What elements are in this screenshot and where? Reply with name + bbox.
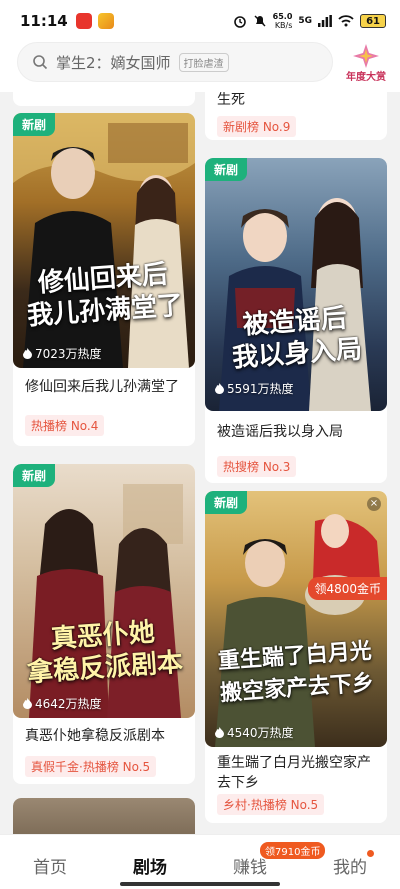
rank-tag[interactable]: 新剧榜 No.9: [217, 116, 297, 137]
drama-card-partial-left[interactable]: [13, 92, 195, 106]
bottom-tab-bar: 首页 剧场 赚钱 领7910金币 我的: [0, 834, 400, 889]
heat-count: 4540万热度: [215, 724, 294, 741]
new-badge: 新剧: [13, 113, 56, 136]
card-title: 修仙回来后我儿孙满堂了: [25, 379, 179, 395]
rank-tag[interactable]: 热搜榜 No.3: [217, 456, 297, 477]
search-tag: 打脸虐渣: [178, 52, 229, 72]
card-title: 生死: [217, 92, 245, 108]
drama-feed[interactable]: 生死 新剧榜 No.9 新剧 修仙回来后 我儿孙满堂了 7023万热度 修仙回来…: [0, 92, 400, 834]
status-time: 11:14: [20, 12, 68, 30]
card-title: 重生踹了白月光搬空家产去下乡: [217, 755, 371, 791]
flame-icon: [215, 727, 224, 738]
heat-count: 7023万热度: [23, 345, 102, 362]
drama-card[interactable]: 新剧 真恶仆她 拿稳反派剧本 4642万热度 真恶仆她拿稳反派剧本 真假千金·热…: [13, 464, 195, 784]
coin-reward-button[interactable]: 领4800金币: [308, 577, 387, 600]
app-notification-icon: [75, 13, 92, 29]
drama-poster[interactable]: 新剧 被造谣后 我以身入局 5591万热度: [205, 158, 387, 411]
drama-card-ad[interactable]: 新剧 × 领4800金币 重生踹了白月光 搬空家产去下乡 4540万热度 重生踹…: [205, 491, 387, 823]
drama-poster[interactable]: 新剧 真恶仆她 拿稳反派剧本 4642万热度: [13, 464, 195, 718]
mute-icon: [254, 15, 266, 27]
tab-home[interactable]: 首页: [0, 835, 100, 889]
search-input[interactable]: 掌生2：嫡女国师 打脸虐渣: [17, 42, 333, 82]
wifi-icon: [338, 15, 354, 27]
new-badge: 新剧: [13, 464, 56, 487]
card-title: 被造谣后我以身入局: [217, 424, 343, 440]
alarm-icon: [233, 16, 246, 28]
game-notification-icon: [97, 13, 114, 29]
heat-count: 4642万热度: [23, 695, 102, 712]
drama-card-partial[interactable]: 生死 新剧榜 No.9: [205, 92, 387, 140]
poster-title: 重生踹了白月光 搬空家产去下乡: [217, 638, 375, 707]
award-label: 年度大赏: [346, 72, 386, 83]
flame-icon: [23, 698, 32, 709]
tab-theater[interactable]: 剧场: [100, 835, 200, 889]
home-indicator[interactable]: [120, 882, 280, 886]
battery-indicator: 61: [360, 14, 386, 28]
notification-dot: [367, 850, 374, 857]
poster-title: 真恶仆她 拿稳反派剧本: [26, 617, 184, 689]
card-title: 真恶仆她拿稳反派剧本: [25, 728, 165, 744]
new-badge: 新剧: [205, 158, 248, 181]
drama-poster[interactable]: 新剧 × 领4800金币 重生踹了白月光 搬空家产去下乡 4540万热度: [205, 491, 387, 747]
status-bar: 11:14 65.0 KB/s 5G 61: [0, 0, 400, 42]
search-row: 掌生2：嫡女国师 打脸虐渣 年度大赏: [0, 42, 400, 92]
tab-earn[interactable]: 赚钱 领7910金币: [200, 835, 326, 889]
new-badge: 新剧: [205, 491, 248, 514]
rank-tag[interactable]: 真假千金·热播榜 No.5: [25, 756, 157, 777]
heat-count: 5591万热度: [215, 380, 294, 397]
drama-poster[interactable]: [13, 798, 195, 834]
search-placeholder: 掌生2：嫡女国师: [56, 53, 171, 72]
flame-icon: [23, 348, 32, 359]
drama-card[interactable]: 新剧 被造谣后 我以身入局 5591万热度 被造谣后我以身入局 热搜榜 No.3: [205, 158, 387, 483]
flame-icon: [215, 383, 224, 394]
status-indicators: 65.0 KB/s 5G 61: [233, 12, 386, 30]
rank-tag[interactable]: 热播榜 No.4: [25, 415, 105, 436]
close-ad-button[interactable]: ×: [367, 497, 381, 511]
sparkle-star-icon: [353, 44, 379, 68]
network-type: 5G: [298, 16, 313, 26]
drama-card-partial[interactable]: [13, 798, 195, 834]
net-speed: 65.0 KB/s: [272, 12, 293, 30]
rank-tag[interactable]: 乡村·热播榜 No.5: [217, 794, 325, 815]
search-icon: [33, 55, 48, 70]
tab-mine[interactable]: 我的: [300, 835, 400, 889]
drama-card[interactable]: 新剧 修仙回来后 我儿孙满堂了 7023万热度 修仙回来后我儿孙满堂了 热播榜 …: [13, 113, 195, 446]
poster-title: 修仙回来后 我儿孙满堂了: [26, 259, 184, 332]
poster-title: 被造谣后 我以身入局: [231, 303, 364, 374]
annual-award-button[interactable]: 年度大赏: [346, 44, 386, 84]
drama-poster[interactable]: 新剧 修仙回来后 我儿孙满堂了 7023万热度: [13, 113, 195, 368]
signal-icon: [318, 15, 332, 27]
